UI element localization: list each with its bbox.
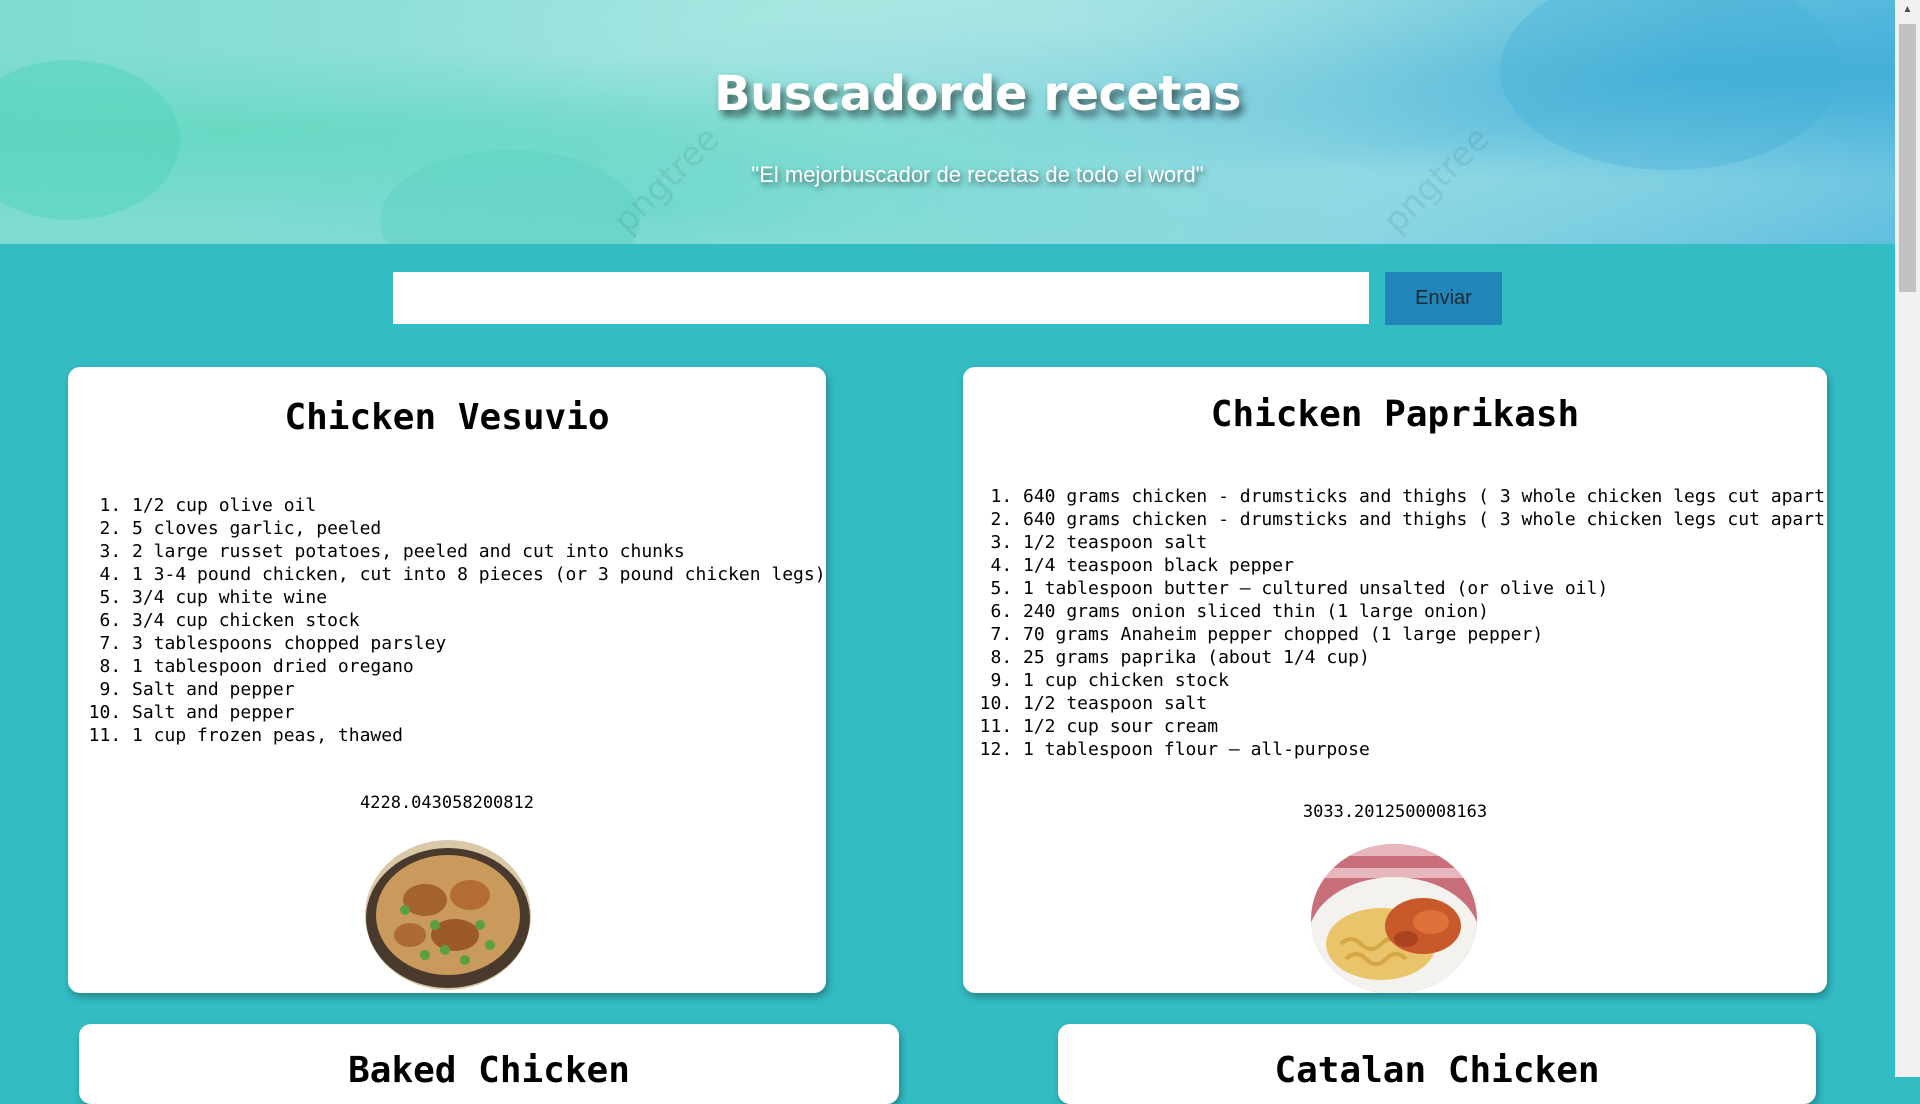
ingredient-item: 1 tablespoon flour – all-purpose xyxy=(1023,738,1827,761)
ingredient-item: 5 cloves garlic, peeled xyxy=(132,517,826,540)
ingredient-item: 1/2 teaspoon salt xyxy=(1023,692,1827,715)
ingredient-item: 3 tablespoons chopped parsley xyxy=(132,632,826,655)
recipe-card: Chicken Paprikash 640 grams chicken - dr… xyxy=(963,367,1827,993)
header-banner: pngtree pngtree xyxy=(0,0,1895,244)
recipe-title: Chicken Vesuvio xyxy=(284,397,610,438)
ingredient-item: 3/4 cup chicken stock xyxy=(132,609,826,632)
ingredient-item: 1/2 cup olive oil xyxy=(132,494,826,517)
ingredient-list: 640 grams chicken - drumsticks and thigh… xyxy=(1023,485,1827,761)
recipe-image xyxy=(365,840,531,990)
ingredient-item: Salt and pepper xyxy=(132,678,826,701)
ingredient-item: 1 cup frozen peas, thawed xyxy=(132,724,826,747)
ingredient-item: 240 grams onion sliced thin (1 large oni… xyxy=(1023,600,1827,623)
ingredient-item: 2 large russet potatoes, peeled and cut … xyxy=(132,540,826,563)
ingredient-item: 1/2 cup sour cream xyxy=(1023,715,1827,738)
send-button[interactable]: Enviar xyxy=(1385,272,1502,325)
calories-value: 4228.043058200812 xyxy=(360,793,534,813)
search-input[interactable] xyxy=(393,272,1369,324)
scrollbar-thumb[interactable] xyxy=(1899,24,1916,292)
ingredient-item: 1 cup chicken stock xyxy=(1023,669,1827,692)
recipe-card: Baked Chicken xyxy=(79,1024,899,1104)
recipe-card: Catalan Chicken xyxy=(1058,1024,1816,1104)
ingredient-item: 1/4 teaspoon black pepper xyxy=(1023,554,1827,577)
recipe-image xyxy=(1311,844,1477,993)
ingredient-item: 25 grams paprika (about 1/4 cup) xyxy=(1023,646,1827,669)
ingredient-item: 3/4 cup white wine xyxy=(132,586,826,609)
scroll-up-arrow-icon[interactable]: ▲ xyxy=(1895,0,1920,20)
ingredient-list: 1/2 cup olive oil 5 cloves garlic, peele… xyxy=(132,494,826,747)
ingredient-item: 1/2 teaspoon salt xyxy=(1023,531,1827,554)
recipe-title: Catalan Chicken xyxy=(1274,1050,1600,1091)
ingredient-item: 1 tablespoon dried oregano xyxy=(132,655,826,678)
ingredient-item: 1 3-4 pound chicken, cut into 8 pieces (… xyxy=(132,563,826,586)
page-title: Buscadorde recetas xyxy=(714,66,1241,122)
recipe-card: Chicken Vesuvio 1/2 cup olive oil 5 clov… xyxy=(68,367,826,993)
recipe-title: Baked Chicken xyxy=(348,1050,630,1091)
ingredient-item: Salt and pepper xyxy=(132,701,826,724)
ingredient-item: 640 grams chicken - drumsticks and thigh… xyxy=(1023,508,1827,531)
ingredient-item: 70 grams Anaheim pepper chopped (1 large… xyxy=(1023,623,1827,646)
recipe-title: Chicken Paprikash xyxy=(1210,394,1580,435)
ingredient-item: 640 grams chicken - drumsticks and thigh… xyxy=(1023,485,1827,508)
calories-value: 3033.2012500008163 xyxy=(1302,802,1488,822)
ingredient-item: 1 tablespoon butter – cultured unsalted … xyxy=(1023,577,1827,600)
page-subtitle: "El mejorbuscador de recetas de todo el … xyxy=(751,162,1204,187)
page-scrollbar[interactable]: ▲ xyxy=(1895,0,1920,1077)
